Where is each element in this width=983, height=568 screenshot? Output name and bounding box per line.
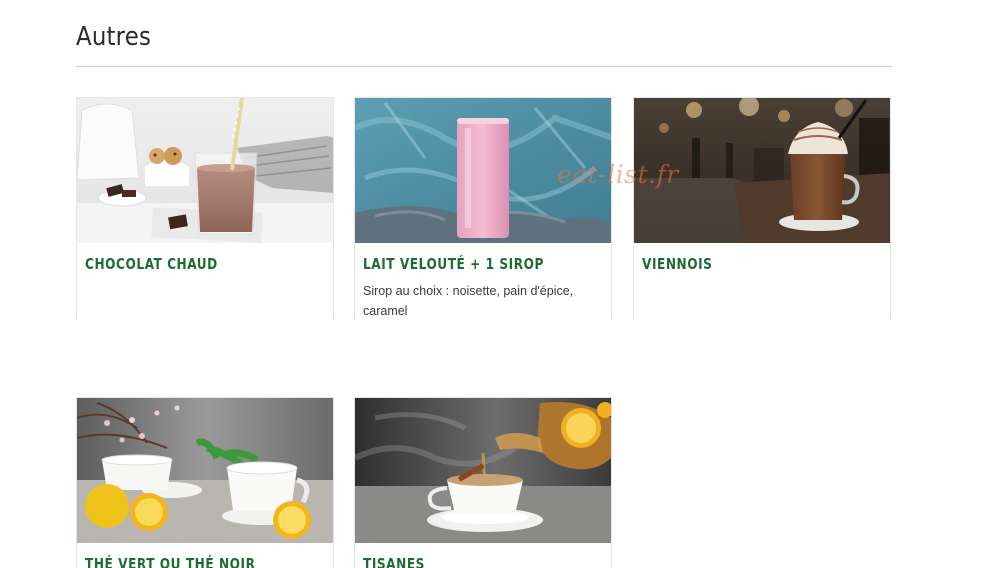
product-name[interactable]: THÉ VERT OU THÉ NOIR — [85, 555, 301, 568]
product-card[interactable]: LAIT VELOUTÉ + 1 SIROP Sirop au choix : … — [354, 97, 612, 319]
product-name[interactable]: VIENNOIS — [642, 255, 858, 273]
product-image[interactable] — [355, 398, 611, 543]
product-description: Sirop au choix : noisette, pain d'épice,… — [363, 284, 574, 318]
product-name[interactable]: CHOCOLAT CHAUD — [85, 255, 301, 273]
product-name[interactable]: TISANES — [363, 555, 579, 568]
product-card[interactable]: VIENNOIS — [633, 97, 891, 319]
product-name[interactable]: LAIT VELOUTÉ + 1 SIROP — [363, 255, 579, 273]
product-card[interactable]: TISANES — [354, 397, 612, 568]
watermark: eat-list.fr — [557, 160, 679, 189]
product-image[interactable] — [77, 398, 333, 543]
product-image[interactable] — [77, 98, 333, 243]
section-divider — [76, 66, 892, 67]
product-card[interactable]: CHOCOLAT CHAUD — [76, 97, 334, 319]
section-title: Autres — [76, 22, 152, 52]
product-card[interactable]: THÉ VERT OU THÉ NOIR — [76, 397, 334, 568]
